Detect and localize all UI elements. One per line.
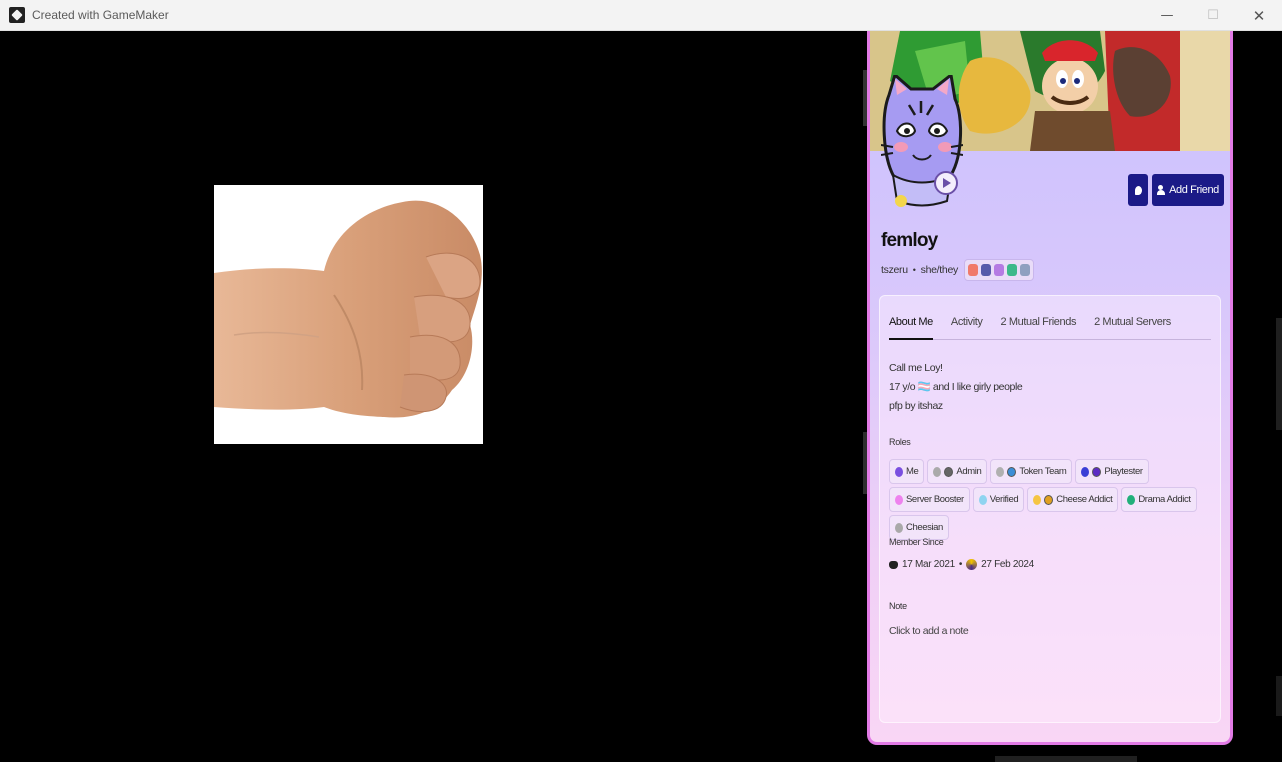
role-color-dot: [1127, 494, 1136, 505]
separator: •: [958, 559, 963, 570]
tab-activity[interactable]: Activity: [951, 314, 983, 340]
role-icon: [1044, 494, 1054, 505]
role-icon: [944, 466, 954, 477]
server-icon: [966, 559, 978, 570]
role-color-dot: [1033, 494, 1042, 505]
pronouns: she/they: [920, 264, 959, 276]
bio-line: 17 y/o 🏳️‍⚧️ and I like girly people: [889, 381, 1023, 393]
role-color-dot: [895, 522, 903, 533]
user-subtitle: tszeru • she/they: [881, 258, 1034, 282]
badge-icon[interactable]: [967, 264, 978, 276]
message-button[interactable]: [1128, 174, 1148, 206]
window-edge: [1276, 676, 1282, 716]
fist-image: [214, 185, 483, 444]
window-edge: [1276, 318, 1282, 430]
add-user-icon: [1157, 185, 1166, 195]
role-color-dot: [1081, 466, 1090, 477]
role-label: Drama Addict: [1138, 494, 1191, 505]
role-label: Cheese Addict: [1056, 494, 1113, 505]
badge-icon[interactable]: [993, 264, 1004, 276]
role-chip[interactable]: Cheese Addict: [1027, 487, 1119, 512]
role-list: Me Admin Token Team Playtester Server Bo…: [889, 459, 1219, 540]
role-chip[interactable]: Playtester: [1075, 459, 1149, 484]
add-friend-label: Add Friend: [1169, 184, 1219, 196]
server-join-date: 27 Feb 2024: [981, 559, 1034, 570]
role-label: Token Team: [1019, 466, 1067, 477]
fist-illustration: [214, 200, 482, 418]
discord-icon: [889, 560, 898, 569]
role-chip[interactable]: Token Team: [990, 459, 1073, 484]
close-button[interactable]: ✕: [1236, 0, 1282, 31]
tab-about-me[interactable]: About Me: [889, 314, 933, 340]
bio-line: Call me Loy!: [889, 362, 943, 374]
note-input[interactable]: Click to add a note: [889, 625, 969, 637]
member-since-heading: Member Since: [889, 537, 944, 547]
status-indicator: [934, 171, 958, 195]
role-color-dot: [895, 466, 903, 477]
display-name: femloy: [881, 230, 938, 251]
badge-icon[interactable]: [1006, 264, 1017, 276]
maximize-button[interactable]: ☐: [1190, 0, 1236, 31]
role-label: Verified: [989, 494, 1019, 505]
role-chip[interactable]: Server Booster: [889, 487, 970, 512]
tab-mutual-servers[interactable]: 2 Mutual Servers: [1094, 314, 1171, 340]
role-color-dot: [996, 466, 1005, 477]
role-color-dot: [978, 494, 987, 505]
role-label: Playtester: [1104, 466, 1143, 477]
profile-tabs: About Me Activity 2 Mutual Friends 2 Mut…: [889, 314, 1211, 340]
note-heading: Note: [889, 601, 907, 611]
window-title: Created with GameMaker: [32, 8, 169, 22]
about-me-text: Call me Loy! 17 y/o 🏳️‍⚧️ and I like gir…: [889, 359, 1023, 416]
window-edge: [995, 756, 1137, 762]
role-label: Admin: [956, 466, 982, 477]
roles-heading: Roles: [889, 437, 911, 447]
role-icon: [1092, 466, 1102, 477]
tab-mutual-friends[interactable]: 2 Mutual Friends: [1001, 314, 1077, 340]
role-color-dot: [895, 494, 903, 505]
bio-line: pfp by itshaz: [889, 400, 943, 412]
badge-icon[interactable]: [1019, 264, 1030, 276]
gamemaker-icon: [9, 7, 25, 23]
role-chip[interactable]: Drama Addict: [1121, 487, 1197, 512]
badge-icon[interactable]: [980, 264, 991, 276]
role-icon: [1007, 466, 1017, 477]
role-label: Cheesian: [906, 522, 943, 533]
badge-list: [963, 259, 1034, 281]
role-chip[interactable]: Admin: [927, 459, 988, 484]
role-color-dot: [933, 466, 942, 477]
profile-details-card: About Me Activity 2 Mutual Friends 2 Mut…: [879, 295, 1221, 723]
username: tszeru: [881, 264, 908, 276]
add-friend-button[interactable]: Add Friend: [1152, 174, 1224, 206]
minimize-button[interactable]: —: [1144, 0, 1190, 31]
window-titlebar: Created with GameMaker — ☐ ✕: [0, 0, 1282, 31]
member-since-row: 17 Mar 2021 • 27 Feb 2024: [889, 559, 1034, 570]
role-label: Server Booster: [906, 494, 964, 505]
role-label: Me: [906, 466, 919, 477]
user-profile-popout: Add Friend femloy tszeru • she/they Abou…: [867, 31, 1233, 745]
role-chip[interactable]: Me: [889, 459, 925, 484]
discord-join-date: 17 Mar 2021: [902, 559, 955, 570]
role-chip[interactable]: Verified: [972, 487, 1025, 512]
separator: •: [912, 265, 916, 275]
